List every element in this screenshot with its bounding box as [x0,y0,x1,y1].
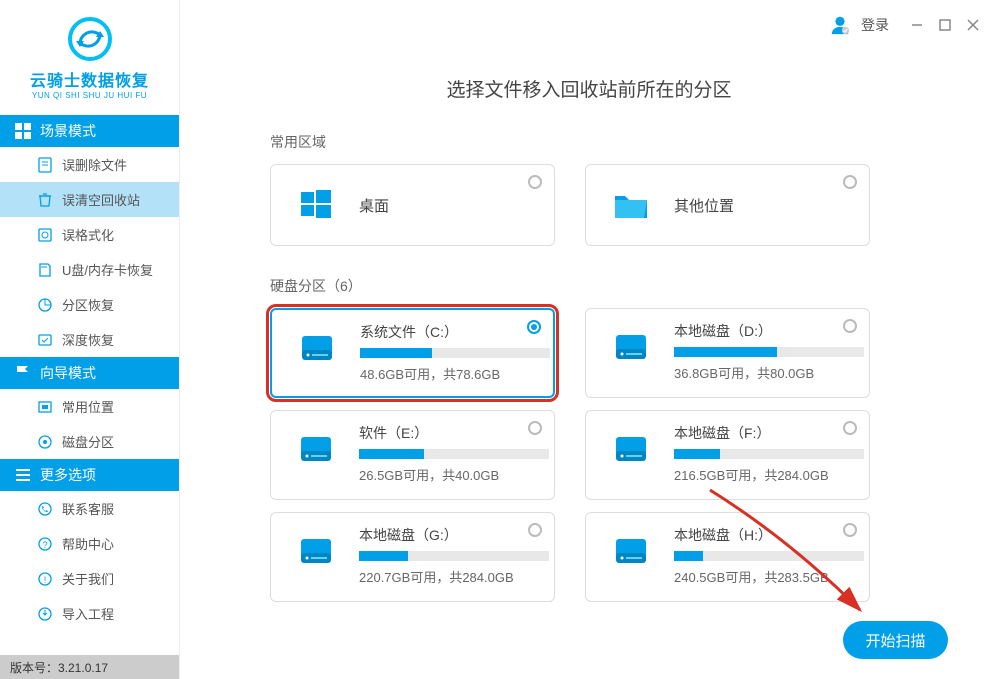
nav-import[interactable]: 导入工程 [0,596,179,631]
card-other-location[interactable]: 其他位置 [585,164,870,246]
nav-label: 导入工程 [62,604,114,623]
section-label: 更多选项 [40,465,96,485]
section-label: 向导模式 [40,363,96,383]
section-more-options[interactable]: 更多选项 [0,459,179,491]
sidebar: 云骑士数据恢复 YUN QI SHI SHU JU HUI FU 场景模式 误删… [0,0,180,679]
radio-indicator [843,319,857,333]
trash-icon [36,191,54,209]
logo: 云骑士数据恢复 YUN QI SHI SHU JU HUI FU [0,0,179,115]
nav-recycle-bin[interactable]: 误清空回收站 [0,182,179,217]
import-icon [36,605,54,623]
nav-label: 误格式化 [62,225,114,244]
drive-card-1[interactable]: 本地磁盘（D:） 36.8GB可用，共80.0GB [585,308,870,398]
nav-format[interactable]: 误格式化 [0,217,179,252]
nav-label: 误删除文件 [62,155,127,174]
scene-icon [14,122,32,140]
menu-icon [14,466,32,484]
nav-common-location[interactable]: 常用位置 [0,389,179,424]
nav-deep-recovery[interactable]: 深度恢复 [0,322,179,357]
location-icon [36,398,54,416]
drive-card-4[interactable]: 本地磁盘（G:） 220.7GB可用，共284.0GB [270,512,555,602]
drive-card-0[interactable]: 系统文件（C:） 48.6GB可用，共78.6GB [270,308,555,398]
nav-label: 深度恢复 [62,330,114,349]
disk-partition-label: 硬盘分区（6） [270,276,958,296]
info-icon: ! [36,570,54,588]
drive-usage-bar [674,449,864,459]
hdd-icon [36,433,54,451]
nav-help[interactable]: ? 帮助中心 [0,526,179,561]
drive-icon [606,525,656,575]
drive-stats: 36.8GB可用，共80.0GB [674,363,864,382]
deep-icon [36,331,54,349]
drive-usage-bar [359,449,549,459]
drive-icon [606,321,656,371]
drive-stats: 220.7GB可用，共284.0GB [359,567,549,586]
partition-icon [36,296,54,314]
drive-name: 本地磁盘（D:） [674,321,864,341]
drive-name: 本地磁盘（F:） [674,423,864,443]
radio-indicator [528,175,542,189]
card-label: 桌面 [359,195,389,216]
radio-indicator [527,320,541,334]
drive-stats: 48.6GB可用，共78.6GB [360,364,550,383]
radio-indicator [843,421,857,435]
nav-label: 常用位置 [62,397,114,416]
version-label: 版本号：3.21.0.17 [0,655,179,679]
svg-text:!: ! [44,575,47,585]
drive-icon [606,423,656,473]
sdcard-icon [36,261,54,279]
drive-name: 软件（E:） [359,423,549,443]
nav-label: 联系客服 [62,499,114,518]
drive-icon [292,322,342,372]
help-icon: ? [36,535,54,553]
windows-icon [291,180,341,230]
nav-label: 磁盘分区 [62,432,114,451]
nav-deleted-files[interactable]: 误删除文件 [0,147,179,182]
nav-label: U盘/内存卡恢复 [62,260,153,279]
nav-contact[interactable]: 联系客服 [0,491,179,526]
drive-stats: 26.5GB可用，共40.0GB [359,465,549,484]
drive-icon [291,423,341,473]
card-desktop[interactable]: 桌面 [270,164,555,246]
drive-usage-bar [674,347,864,357]
drive-icon [291,525,341,575]
nav-label: 关于我们 [62,569,114,588]
folder-icon [606,180,656,230]
flag-icon [14,364,32,382]
nav-usb-recovery[interactable]: U盘/内存卡恢复 [0,252,179,287]
drive-card-2[interactable]: 软件（E:） 26.5GB可用，共40.0GB [270,410,555,500]
nav-label: 误清空回收站 [62,190,140,209]
logo-subtitle: YUN QI SHI SHU JU HUI FU [32,91,147,100]
nav-about[interactable]: ! 关于我们 [0,561,179,596]
radio-indicator [843,175,857,189]
section-label: 场景模式 [40,121,96,141]
nav-label: 帮助中心 [62,534,114,553]
nav-disk-partition[interactable]: 磁盘分区 [0,424,179,459]
section-wizard-mode[interactable]: 向导模式 [0,357,179,389]
card-label: 其他位置 [674,195,734,216]
file-icon [36,156,54,174]
common-area-label: 常用区域 [270,132,958,152]
drive-usage-bar [359,551,549,561]
phone-icon [36,500,54,518]
main-panel: 选择文件移入回收站前所在的分区 常用区域 桌面 其他位置 硬盘分区（6） 系统文… [180,0,998,679]
drive-usage-bar [360,348,550,358]
page-title: 选择文件移入回收站前所在的分区 [220,75,958,102]
svg-text:?: ? [42,540,47,550]
drive-name: 本地磁盘（G:） [359,525,549,545]
logo-text: 云骑士数据恢复 [30,67,149,91]
radio-indicator [528,523,542,537]
annotation-arrow [700,480,880,635]
nav-label: 分区恢复 [62,295,114,314]
nav-partition-recovery[interactable]: 分区恢复 [0,287,179,322]
drive-name: 系统文件（C:） [360,322,550,342]
disk-icon [36,226,54,244]
section-scene-mode[interactable]: 场景模式 [0,115,179,147]
radio-indicator [528,421,542,435]
